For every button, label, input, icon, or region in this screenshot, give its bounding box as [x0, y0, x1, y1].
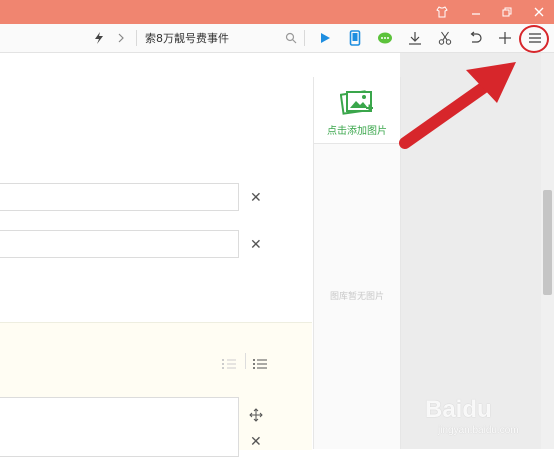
- annotation-arrow-icon: [399, 62, 516, 149]
- watermark-brand: Baidu: [425, 396, 492, 423]
- watermark-sub: jingyan.baidu.com: [438, 425, 519, 436]
